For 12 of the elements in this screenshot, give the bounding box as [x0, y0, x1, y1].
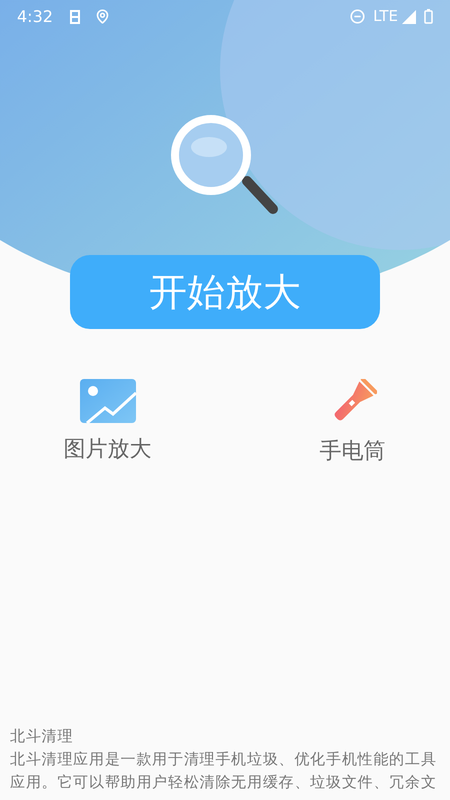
network-label: LTE [373, 6, 398, 28]
location-icon [94, 9, 110, 24]
feature-button[interactable]: 手电筒 [320, 435, 386, 468]
about-title: 北斗清理 [10, 726, 74, 747]
signal-icon [402, 10, 416, 24]
about-text: 北斗清理应用是一款用于清理手机垃圾、优化手机性能的工具应用。它可以帮助用户轻松清除无用缓存、垃圾文件、冗余文 [10, 749, 438, 793]
image-icon [80, 379, 136, 423]
sim-icon [68, 10, 81, 24]
status-time: 4:32 [17, 6, 53, 28]
do-not-disturb-icon [350, 9, 366, 24]
battery-icon [424, 9, 433, 24]
feature-button[interactable]: 图片放大 [64, 433, 152, 466]
